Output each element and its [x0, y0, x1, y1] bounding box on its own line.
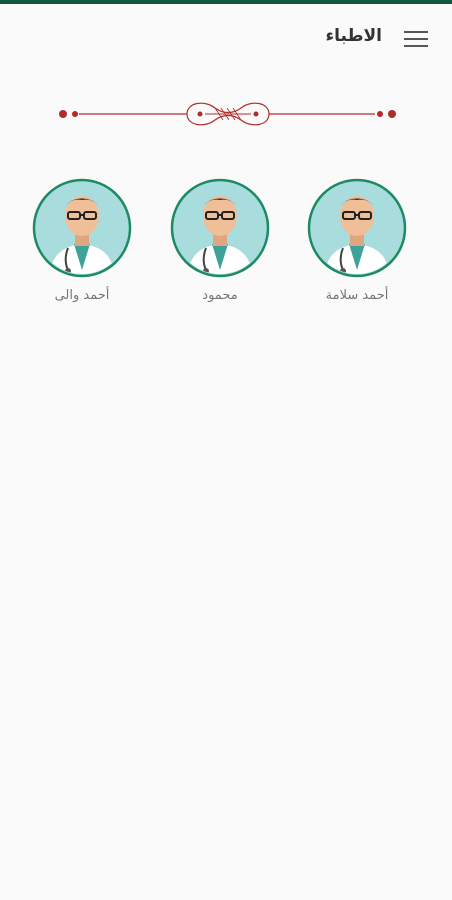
doctor-card[interactable]: أحمد سلامة [302, 178, 412, 313]
doctor-name: محمود [202, 288, 238, 303]
page-title: الاطباء [325, 26, 382, 46]
doctors-grid: أحمد سلامة محمود أحمد والى [0, 178, 452, 318]
top-app-bar: الاطباء [0, 4, 452, 66]
menu-button[interactable] [404, 28, 428, 50]
hamburger-menu-icon [404, 28, 428, 50]
doctor-name: أحمد والى [54, 288, 110, 303]
doctor-avatar-icon [307, 178, 407, 278]
doctor-card[interactable]: محمود [165, 178, 275, 313]
doctor-avatar-icon [32, 178, 132, 278]
doctor-avatar-icon [170, 178, 270, 278]
decorative-divider [59, 102, 396, 126]
doctor-name: أحمد سلامة [325, 288, 389, 303]
doctor-card[interactable]: أحمد والى [27, 178, 137, 313]
